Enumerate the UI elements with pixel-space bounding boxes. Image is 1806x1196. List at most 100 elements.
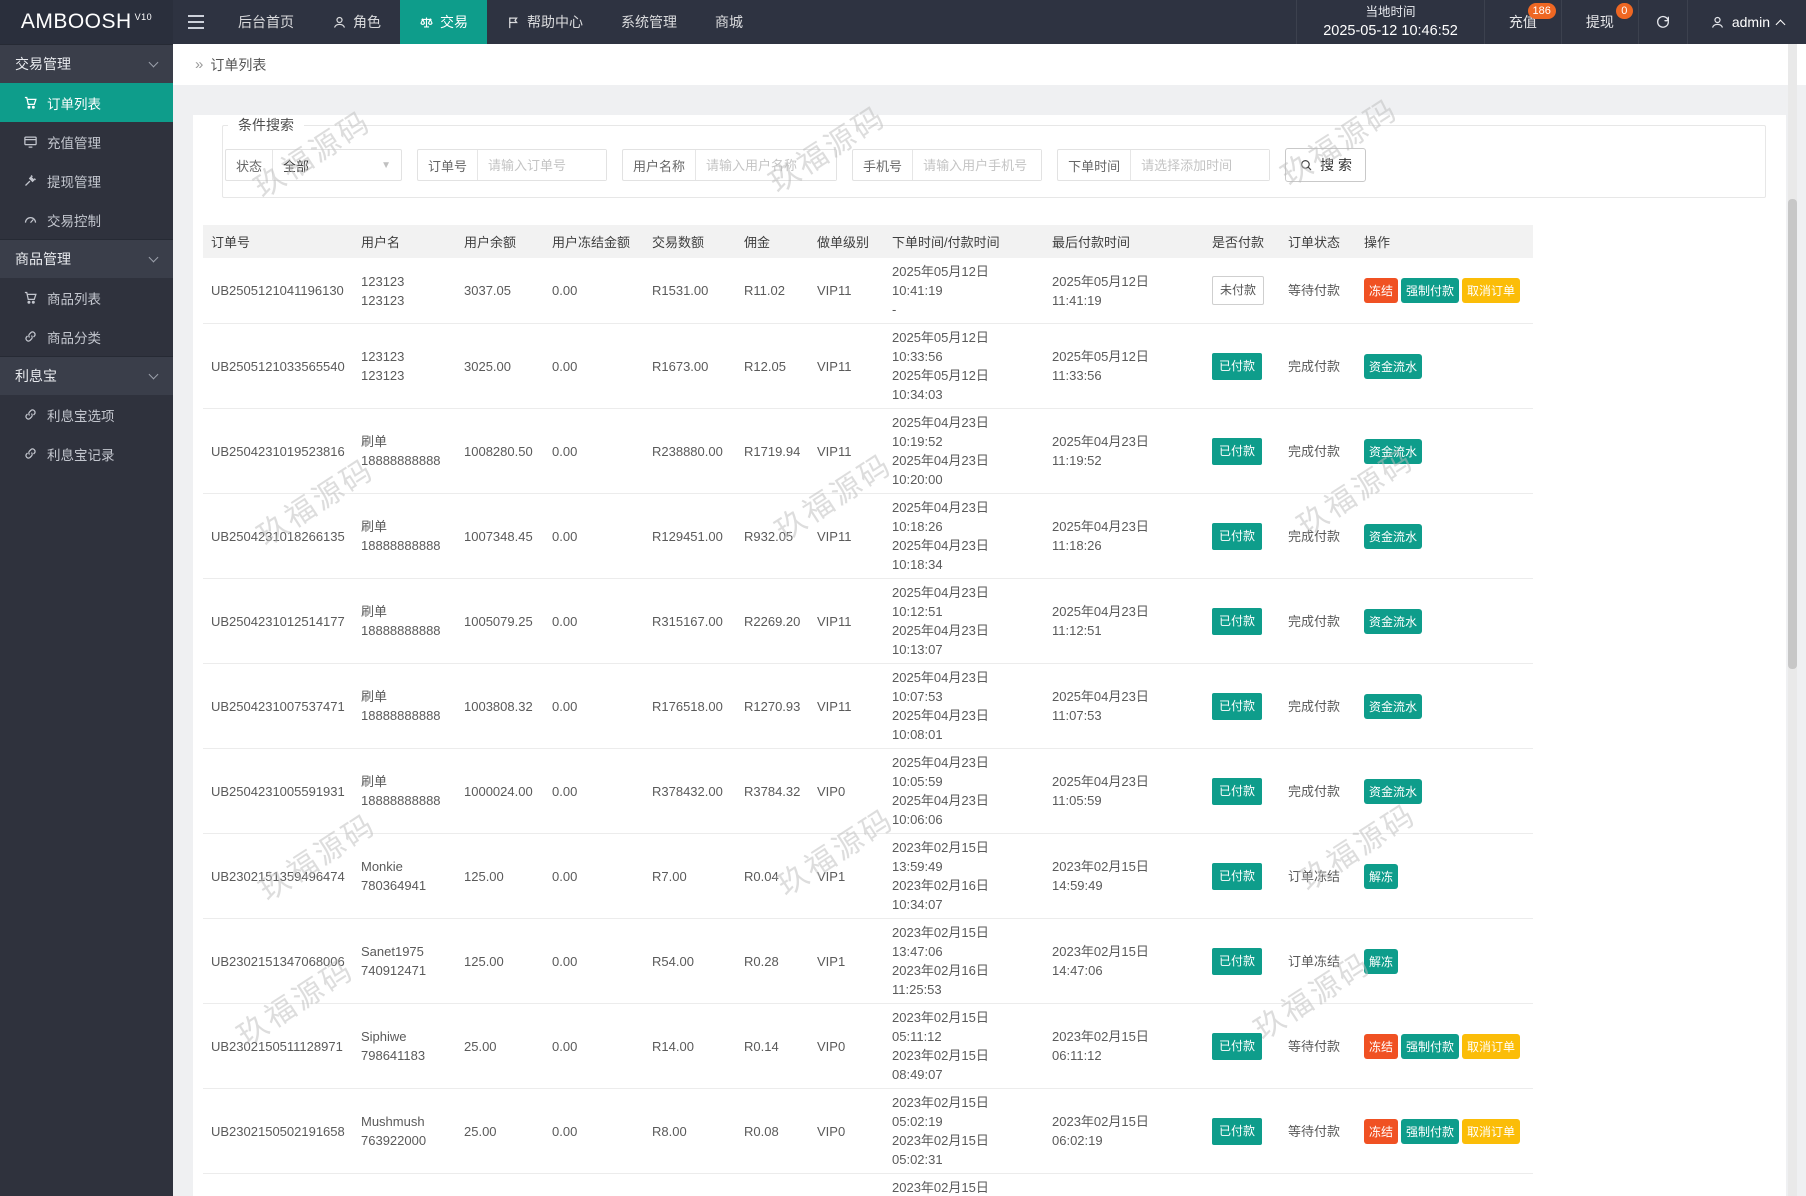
nav-item-system-manage[interactable]: 系统管理 xyxy=(602,0,696,44)
cell-order-id: UB2504231018266135 xyxy=(203,493,353,579)
search-panel: 条件搜索 状态 全部 ▼ 订单号 用户名称 xyxy=(222,115,1766,198)
cell-actions: 资金流水 xyxy=(1356,663,1533,749)
username-input[interactable] xyxy=(696,150,837,180)
cell-order-status: 等待付款 xyxy=(1280,1173,1356,1196)
cell-order-id: UB2302150511128971 xyxy=(203,1003,353,1089)
force-pay-button[interactable]: 强制付款 xyxy=(1401,1118,1460,1144)
cell-commission: R1270.93 xyxy=(736,663,809,749)
cell-actions: 资金流水 xyxy=(1356,323,1533,409)
fund-flow-button[interactable]: 资金流水 xyxy=(1364,778,1423,804)
sidebar-group-lixibao[interactable]: 利息宝 xyxy=(0,356,173,395)
cell-order-time: 2023年02月15日 05:11:12 2023年02月15日 08:49:07 xyxy=(884,1003,1044,1089)
cell-order-status: 完成付款 xyxy=(1280,578,1356,664)
scrollbar-thumb[interactable] xyxy=(1788,199,1797,669)
withdraw-button[interactable]: 提现 0 xyxy=(1562,0,1639,44)
sidebar-item-goods-list[interactable]: 商品列表 xyxy=(0,278,173,317)
cancel-order-button[interactable]: 取消订单 xyxy=(1462,278,1521,303)
cell-order-id: UB2505121033565540 xyxy=(203,323,353,409)
logo-version: V10 xyxy=(134,12,153,22)
freeze-button[interactable]: 冻结 xyxy=(1364,1033,1399,1059)
cell-order-id: UB2504231007537471 xyxy=(203,663,353,749)
breadcrumb-arrows-icon: » xyxy=(195,56,204,73)
recharge-button[interactable]: 充值 186 xyxy=(1485,0,1562,44)
cell-order-time: 2023年02月15日 05:02:19 2023年02月15日 05:02:31 xyxy=(884,1088,1044,1174)
order-time-filter-group: 下单时间 xyxy=(1057,149,1271,181)
cell-username: Sanet1975 740912471 xyxy=(353,918,456,1004)
force-pay-button[interactable]: 强制付款 xyxy=(1401,1033,1460,1059)
fund-flow-button[interactable]: 资金流水 xyxy=(1364,693,1423,719)
table-row: UB2504231019523816 刷单 18888888888 1008280.5… xyxy=(203,408,1533,494)
refresh-icon[interactable] xyxy=(1639,0,1688,44)
order-time-label: 下单时间 xyxy=(1058,150,1132,180)
freeze-button[interactable]: 冻结 xyxy=(1364,278,1399,303)
gauge-icon xyxy=(23,212,38,227)
paid-status-badge: 已付款 xyxy=(1212,1032,1263,1060)
nav-item-mall[interactable]: 商城 xyxy=(696,0,762,44)
cell-trade-amount: R176518.00 xyxy=(644,663,736,749)
cell-order-status: 等待付款 xyxy=(1280,1003,1356,1089)
order-no-input[interactable] xyxy=(478,150,607,180)
cell-order-status: 完成付款 xyxy=(1280,493,1356,579)
table-row: UB2302150502191658 Mushmush 763922000 25.00… xyxy=(203,1088,1533,1174)
nav-item-roles[interactable]: 角色 xyxy=(313,0,400,44)
cell-commission: R3784.32 xyxy=(736,748,809,834)
cell-order-time: 2023年02月15日 13:47:06 2023年02月16日 11:25:53 xyxy=(884,918,1044,1004)
cell-actions: 解冻 xyxy=(1356,833,1533,919)
sidebar-group-trade-manage[interactable]: 交易管理 xyxy=(0,44,173,83)
sidebar-item-goods-category[interactable]: 商品分类 xyxy=(0,317,173,356)
cell-trade-amount: R378432.00 xyxy=(644,748,736,834)
cell-frozen-amount: 0.00 xyxy=(544,918,644,1004)
cancel-order-button[interactable]: 取消订单 xyxy=(1462,1033,1521,1059)
chevron-down-icon xyxy=(148,369,159,380)
cell-balance: 1005079.25 xyxy=(456,578,544,664)
nav-item-home[interactable]: 后台首页 xyxy=(219,0,313,44)
fund-flow-button[interactable]: 资金流水 xyxy=(1364,438,1423,464)
local-time: 当地时间 2025-05-12 10:46:52 xyxy=(1296,0,1485,44)
nav-item-help-center[interactable]: 帮助中心 xyxy=(487,0,602,44)
cart-icon xyxy=(23,95,38,110)
fund-flow-button[interactable]: 资金流水 xyxy=(1364,353,1423,379)
cell-order-status: 等待付款 xyxy=(1280,258,1356,324)
sidebar-item-lixibao-options[interactable]: 利息宝选项 xyxy=(0,395,173,434)
paid-status-badge: 已付款 xyxy=(1212,607,1263,635)
status-selected-value: 全部 xyxy=(283,158,310,174)
phone-label: 手机号 xyxy=(853,150,914,180)
sidebar-item-lixibao-records[interactable]: 利息宝记录 xyxy=(0,434,173,473)
hamburger-menu-icon[interactable] xyxy=(173,0,219,44)
order-time-input[interactable] xyxy=(1131,150,1270,180)
status-label: 状态 xyxy=(226,150,274,180)
cell-commission: R932.05 xyxy=(736,493,809,579)
sidebar-item-trade-control[interactable]: 交易控制 xyxy=(0,200,173,239)
fund-flow-button[interactable]: 资金流水 xyxy=(1364,523,1423,549)
sidebar-group-goods-manage[interactable]: 商品管理 xyxy=(0,239,173,278)
sidebar-item-withdraw-manage[interactable]: 提现管理 xyxy=(0,161,173,200)
sidebar-item-order-list[interactable]: 订单列表 xyxy=(0,83,173,122)
unfreeze-button[interactable]: 解冻 xyxy=(1364,863,1399,889)
cancel-order-button[interactable]: 取消订单 xyxy=(1462,1118,1521,1144)
cell-commission: R11.02 xyxy=(736,258,809,324)
sidebar-item-recharge-manage[interactable]: 充值管理 xyxy=(0,122,173,161)
phone-input[interactable] xyxy=(913,150,1042,180)
user-menu[interactable]: admin xyxy=(1688,0,1806,44)
link-icon xyxy=(23,446,38,461)
cell-last-pay-time: 2025年04月23日 11:19:52 xyxy=(1044,408,1204,494)
topbar-right: 当地时间 2025-05-12 10:46:52 充值 186 提现 0 adm… xyxy=(1296,0,1806,44)
logo-text: AMBOOSH xyxy=(20,10,132,33)
cell-frozen-amount: 0.00 xyxy=(544,663,644,749)
cell-order-id: UB2504231019523816 xyxy=(203,408,353,494)
freeze-button[interactable]: 冻结 xyxy=(1364,1118,1399,1144)
cell-commission: R0.14 xyxy=(736,1003,809,1089)
table-header-row: 订单号 用户名 用户余额 用户冻结金额 交易数额 佣金 做单级别 下单时间/付款时间 最后付款时… xyxy=(203,225,1533,258)
status-select[interactable]: 全部 ▼ xyxy=(273,150,401,180)
cell-balance: 25.00 xyxy=(456,1173,544,1196)
search-button[interactable]: 搜 索 xyxy=(1285,148,1366,182)
paid-status-badge: 已付款 xyxy=(1212,1117,1263,1145)
paid-status-badge: 未付款 xyxy=(1212,276,1265,305)
paid-status-badge: 已付款 xyxy=(1212,437,1263,465)
force-pay-button[interactable]: 强制付款 xyxy=(1401,278,1460,303)
nav-item-trade[interactable]: 交易 xyxy=(400,0,487,44)
unfreeze-button[interactable]: 解冻 xyxy=(1364,948,1399,974)
fund-flow-button[interactable]: 资金流水 xyxy=(1364,608,1423,634)
table-row: UB2302150454183095Fikile Zitha6633622562… xyxy=(203,1173,1533,1196)
cell-paid: 已付款 xyxy=(1204,493,1280,579)
